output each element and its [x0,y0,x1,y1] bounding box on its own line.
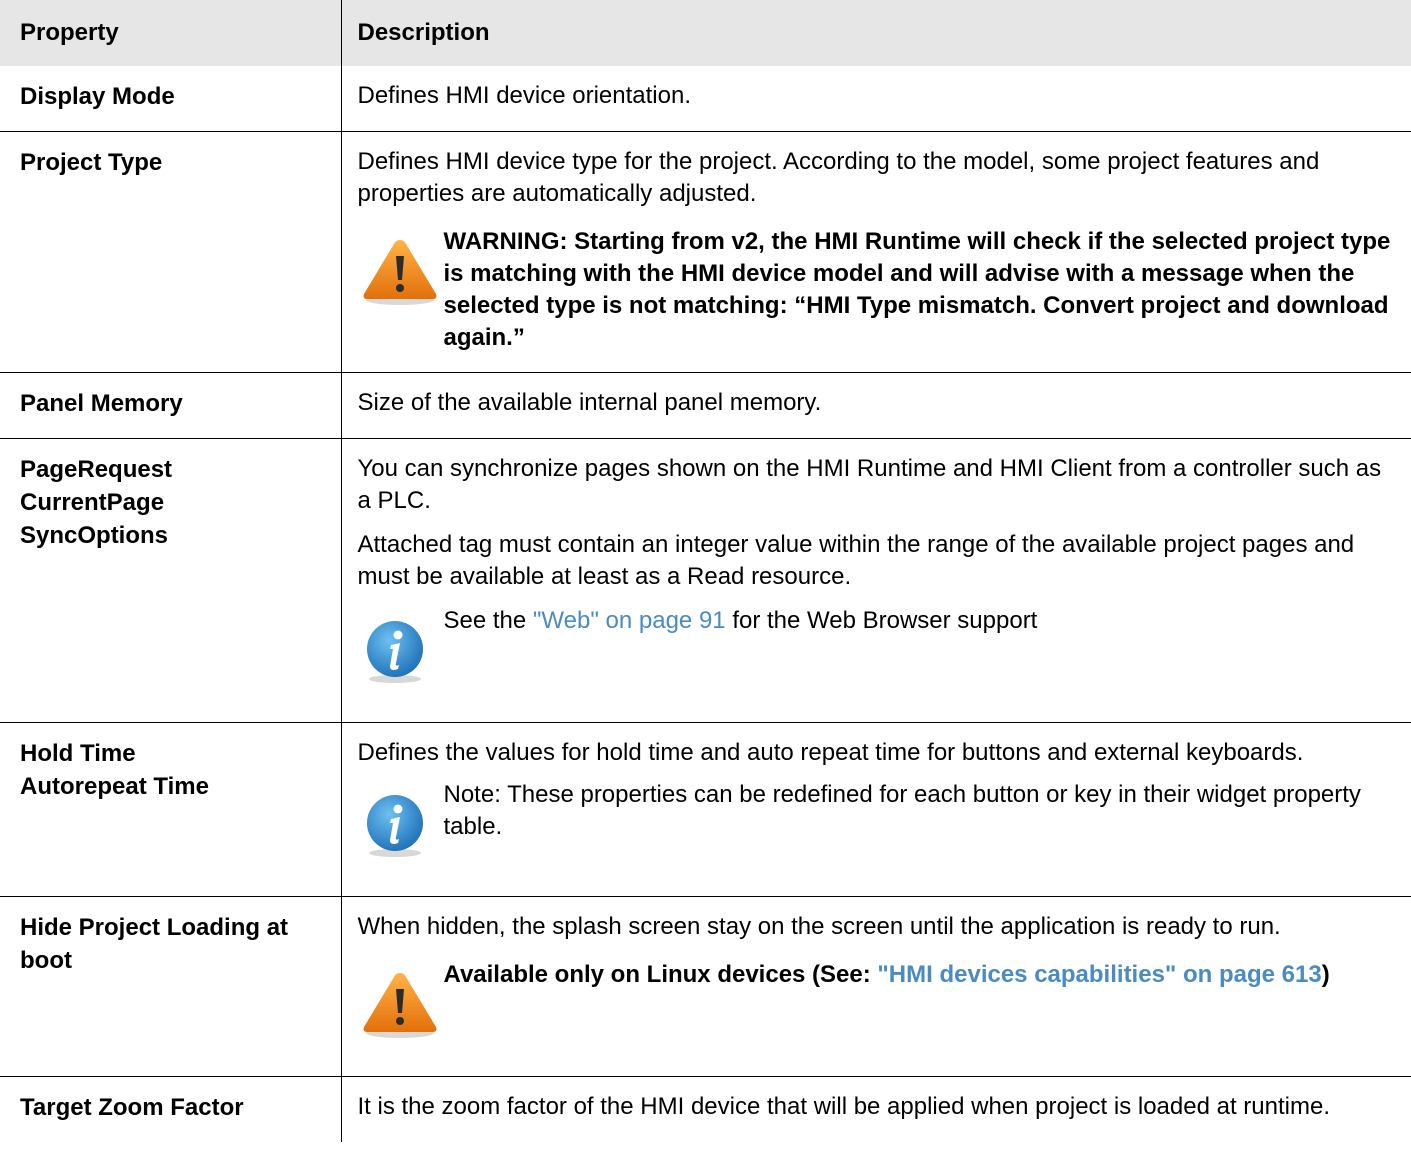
description-text: When hidden, the splash screen stay on t… [357,913,1281,940]
description-text: Size of the available internal panel mem… [357,389,822,416]
description-text: Defines HMI device orientation. [357,82,692,109]
warning-callout: Available only on Linux devices (See: "H… [358,959,1396,1048]
property-name: Target Zoom Factor [0,1076,342,1142]
web-page-link[interactable]: "Web" on page 91 [533,607,726,634]
property-name-line: SyncOptions [20,522,169,549]
note-text: Note: These properties can be redefined … [443,781,1361,840]
property-description: Defines HMI device type for the project.… [341,132,1411,373]
property-description: When hidden, the splash screen stay on t… [341,897,1411,1077]
column-header-property: Property [0,0,342,66]
property-description: Defines the values for hold time and aut… [341,723,1411,897]
warning-text-suffix: ) [1321,961,1330,988]
info-icon [358,605,444,694]
property-name-line: Autorepeat Time [20,773,209,800]
table-row: Target Zoom Factor It is the zoom factor… [0,1076,1411,1143]
property-name-line: CurrentPage [20,489,165,516]
info-text-prefix: See the [443,607,533,634]
property-name: Project Type [0,131,342,373]
table-row: PageRequest CurrentPage SyncOptions You … [0,438,1411,723]
column-header-description: Description [341,0,1411,66]
property-name-line: PageRequest [20,456,173,483]
property-table: Property Description Display Mode Define… [0,0,1411,1142]
warning-text: Available only on Linux devices (See: "H… [444,959,1396,1048]
info-callout: Note: These properties can be redefined … [358,779,1396,868]
property-description: Size of the available internal panel mem… [341,373,1411,439]
warning-icon [358,226,444,354]
property-description: You can synchronize pages shown on the H… [341,439,1411,723]
description-text: Defines the values for hold time and aut… [357,739,1304,766]
table-row: Panel Memory Size of the available inter… [0,372,1411,439]
warning-icon [358,959,444,1048]
property-description: Defines HMI device orientation. [341,66,1411,132]
description-text: Defines HMI device type for the project.… [357,148,1320,207]
table-row: Hide Project Loading at boot When hidden… [0,896,1411,1077]
warning-text-prefix: Available only on Linux devices (See: [443,961,878,988]
info-callout: See the "Web" on page 91 for the Web Bro… [358,605,1396,694]
description-text: It is the zoom factor of the HMI device … [357,1093,1331,1120]
property-name: PageRequest CurrentPage SyncOptions [0,438,342,723]
property-name: Display Mode [0,66,342,132]
table-header-row: Property Description [0,0,1411,66]
description-text: You can synchronize pages shown on the H… [357,455,1382,514]
property-description: It is the zoom factor of the HMI device … [341,1077,1411,1143]
warning-callout: WARNING: Starting from v2, the HMI Runti… [358,226,1396,354]
table-row: Hold Time Autorepeat Time Defines the va… [0,722,1411,897]
hmi-capabilities-link[interactable]: "HMI devices capabilities" on page 613 [877,961,1321,988]
property-name: Panel Memory [0,372,342,439]
warning-text: WARNING: Starting from v2, the HMI Runti… [443,228,1391,351]
property-name: Hold Time Autorepeat Time [0,722,342,897]
info-text-suffix: for the Web Browser support [725,607,1038,634]
table-row: Project Type Defines HMI device type for… [0,131,1411,373]
table-row: Display Mode Defines HMI device orientat… [0,66,1411,132]
info-icon [358,779,444,868]
property-name: Hide Project Loading at boot [0,896,342,1077]
property-name-line: Hold Time [20,740,136,767]
description-text: Attached tag must contain an integer val… [357,531,1355,590]
info-text: See the "Web" on page 91 for the Web Bro… [444,605,1396,694]
